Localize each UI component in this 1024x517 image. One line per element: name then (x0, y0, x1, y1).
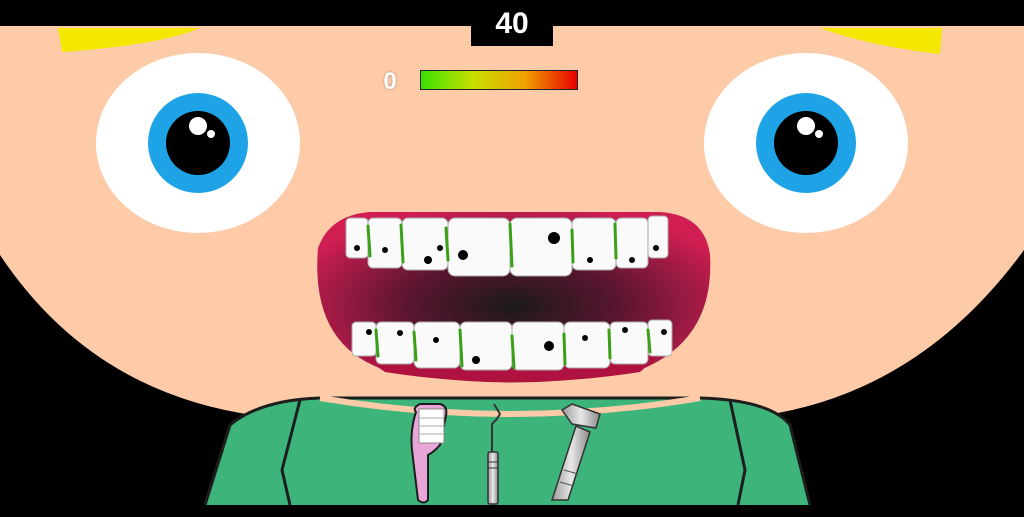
left-eye (96, 53, 300, 233)
countdown-timer: 40 (471, 0, 553, 46)
right-eye (704, 53, 908, 233)
game-scene: 40 0 (0, 0, 1024, 512)
upper-teeth[interactable] (345, 215, 669, 277)
dirt-meter-bar (420, 70, 578, 90)
dirt-score: 0 (383, 68, 397, 95)
